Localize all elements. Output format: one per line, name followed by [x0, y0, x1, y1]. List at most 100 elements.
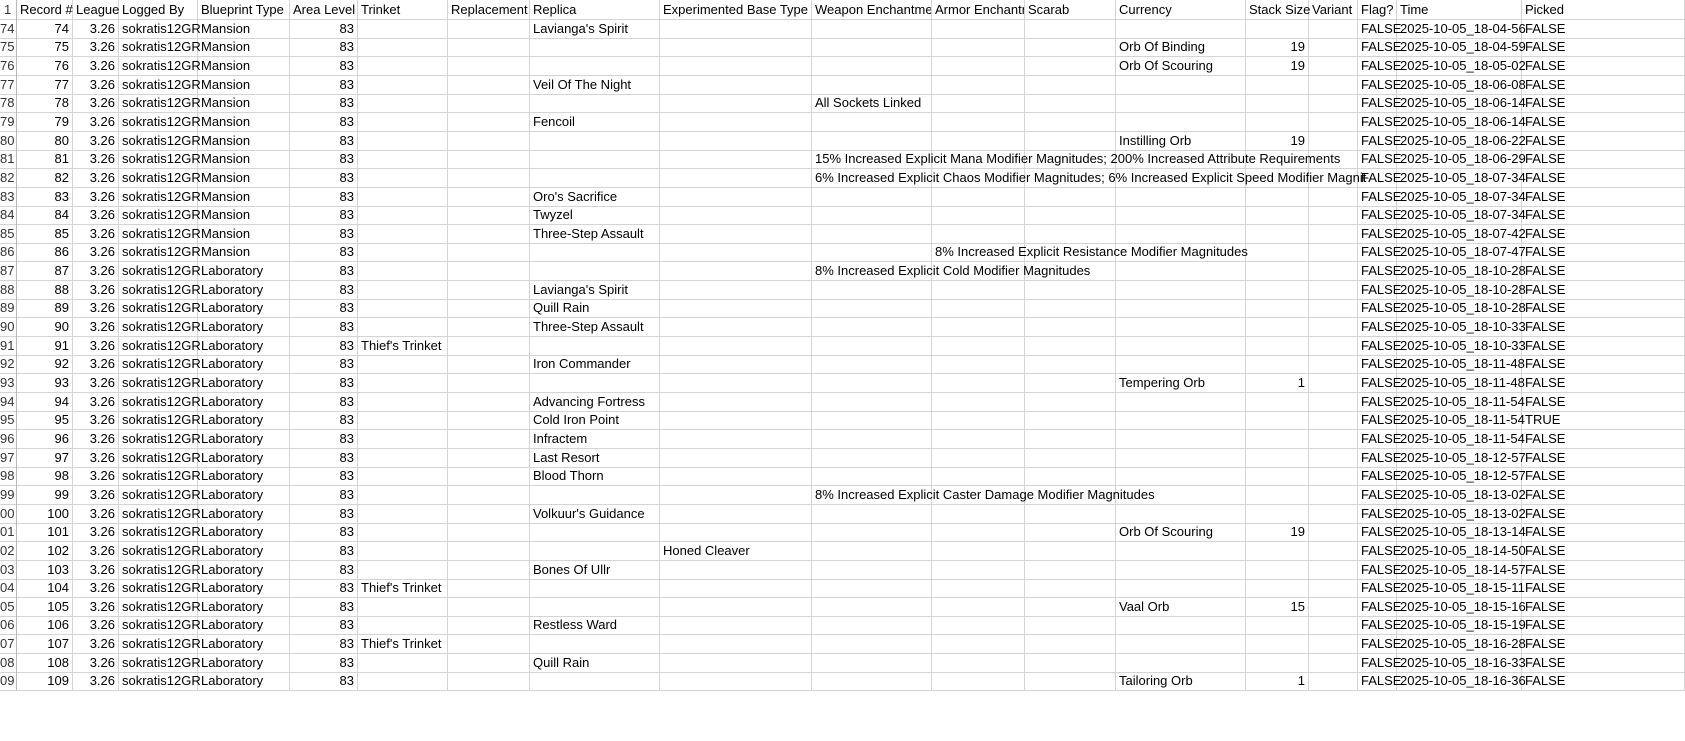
table-cell[interactable] — [1246, 93, 1309, 114]
table-cell[interactable] — [1246, 634, 1309, 655]
table-cell[interactable] — [448, 111, 530, 132]
table-cell[interactable]: Laboratory — [198, 298, 290, 319]
table-cell[interactable]: Quill Rain — [530, 298, 660, 319]
table-cell[interactable]: 3.26 — [73, 671, 119, 692]
table-cell[interactable]: 3.26 — [73, 261, 119, 282]
table-cell[interactable]: Veil Of The Night — [530, 74, 660, 95]
table-cell[interactable]: FALSE — [1358, 74, 1401, 95]
table-cell[interactable] — [1116, 410, 1246, 431]
table-cell[interactable] — [1309, 317, 1358, 338]
table-cell[interactable]: 2025-10-05_18-15-19 — [1397, 615, 1526, 636]
table-cell[interactable] — [1309, 93, 1358, 114]
table-cell[interactable]: 3.26 — [73, 223, 119, 244]
column-header-cell[interactable]: Blueprint Type — [198, 0, 290, 20]
column-header-cell[interactable]: Picked — [1522, 0, 1685, 20]
table-cell[interactable] — [358, 93, 448, 114]
table-cell[interactable] — [448, 466, 530, 487]
table-cell[interactable]: FALSE — [1358, 540, 1401, 561]
table-cell[interactable] — [1309, 391, 1358, 412]
table-cell[interactable] — [1025, 410, 1116, 431]
table-cell[interactable]: sokratis12GR — [119, 335, 201, 356]
table-cell[interactable] — [932, 37, 1025, 58]
table-cell[interactable] — [1309, 540, 1358, 561]
table-cell[interactable]: 91 — [17, 335, 73, 356]
row-header[interactable]: 82 — [0, 167, 17, 188]
table-cell[interactable]: sokratis12GR — [119, 111, 201, 132]
table-cell[interactable]: 19 — [1246, 522, 1309, 543]
table-cell[interactable]: sokratis12GR — [119, 652, 201, 673]
table-cell[interactable] — [812, 55, 932, 76]
table-cell[interactable]: FALSE — [1522, 111, 1685, 132]
table-cell[interactable]: FALSE — [1522, 559, 1685, 580]
table-cell[interactable]: FALSE — [1522, 279, 1685, 300]
table-cell[interactable] — [448, 55, 530, 76]
table-cell[interactable] — [1246, 279, 1309, 300]
table-cell[interactable] — [1116, 205, 1246, 226]
table-cell[interactable] — [932, 428, 1025, 449]
table-cell[interactable] — [448, 261, 530, 282]
table-cell[interactable] — [660, 149, 812, 170]
table-cell[interactable] — [660, 279, 812, 300]
row-header[interactable]: 91 — [0, 335, 17, 356]
table-cell[interactable]: FALSE — [1522, 74, 1685, 95]
table-cell[interactable]: 88 — [17, 279, 73, 300]
table-cell[interactable]: FALSE — [1358, 484, 1401, 505]
table-cell[interactable] — [660, 428, 812, 449]
table-cell[interactable]: 3.26 — [73, 410, 119, 431]
table-cell[interactable]: Laboratory — [198, 391, 290, 412]
row-header[interactable]: 93 — [0, 373, 17, 393]
table-cell[interactable]: FALSE — [1522, 261, 1685, 282]
table-cell[interactable] — [932, 373, 1025, 393]
table-cell[interactable]: sokratis12GR — [119, 540, 201, 561]
table-cell[interactable]: Twyzel — [530, 205, 660, 226]
table-cell[interactable] — [932, 466, 1025, 487]
table-cell[interactable] — [1116, 503, 1246, 524]
table-cell[interactable] — [1309, 37, 1358, 58]
table-cell[interactable] — [1246, 410, 1309, 431]
table-cell[interactable] — [812, 634, 932, 655]
table-cell[interactable] — [812, 466, 932, 487]
table-cell[interactable]: 2025-10-05_18-12-57 — [1397, 447, 1526, 468]
table-cell[interactable] — [812, 652, 932, 673]
table-cell[interactable] — [1246, 74, 1309, 95]
table-cell[interactable] — [1025, 540, 1116, 561]
table-cell[interactable] — [932, 186, 1025, 207]
table-cell[interactable] — [448, 522, 530, 543]
table-cell[interactable]: FALSE — [1522, 298, 1685, 319]
table-cell[interactable] — [1025, 354, 1116, 375]
table-cell[interactable]: 2025-10-05_18-13-14 — [1397, 522, 1526, 543]
table-cell[interactable]: FALSE — [1358, 335, 1401, 356]
table-cell[interactable] — [358, 149, 448, 170]
table-cell[interactable]: 82 — [17, 167, 73, 188]
table-cell[interactable]: Laboratory — [198, 317, 290, 338]
column-header-cell[interactable]: Flag? — [1358, 0, 1397, 20]
table-cell[interactable]: Advancing Fortress — [530, 391, 660, 412]
table-cell[interactable] — [660, 261, 812, 282]
table-cell[interactable]: 83 — [290, 652, 358, 673]
row-header[interactable]: 05 — [0, 596, 17, 617]
table-cell[interactable]: Quill Rain — [530, 652, 660, 673]
table-cell[interactable]: 95 — [17, 410, 73, 431]
table-cell[interactable] — [1309, 615, 1358, 636]
table-cell[interactable] — [1246, 261, 1309, 282]
table-cell[interactable] — [448, 149, 530, 170]
table-cell[interactable] — [932, 410, 1025, 431]
table-cell[interactable] — [358, 466, 448, 487]
table-cell[interactable]: FALSE — [1522, 428, 1685, 449]
table-cell[interactable]: sokratis12GR — [119, 410, 201, 431]
table-cell[interactable]: 80 — [17, 130, 73, 151]
table-cell[interactable]: 83 — [290, 186, 358, 207]
table-cell[interactable] — [448, 615, 530, 636]
table-cell[interactable]: 3.26 — [73, 111, 119, 132]
table-cell[interactable]: Blood Thorn — [530, 466, 660, 487]
table-cell[interactable]: 83 — [290, 671, 358, 692]
table-cell[interactable] — [812, 111, 932, 132]
table-cell[interactable]: Honed Cleaver — [660, 540, 812, 561]
table-cell[interactable]: 2025-10-05_18-12-57 — [1397, 466, 1526, 487]
table-cell[interactable]: Laboratory — [198, 261, 290, 282]
table-cell[interactable] — [358, 652, 448, 673]
table-cell[interactable] — [1309, 242, 1358, 263]
table-cell[interactable] — [660, 503, 812, 524]
column-header-cell[interactable]: Stack Size — [1246, 0, 1310, 20]
table-cell[interactable]: 2025-10-05_18-06-14 — [1397, 111, 1526, 132]
